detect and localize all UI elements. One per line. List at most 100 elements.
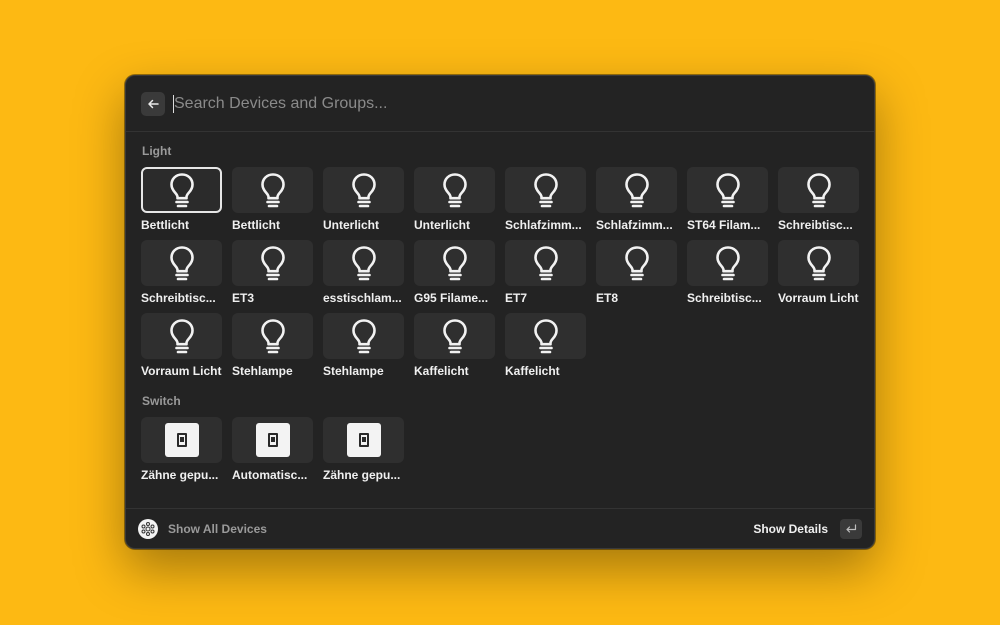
device-tile[interactable] xyxy=(414,313,495,359)
section-title-light: Light xyxy=(142,144,172,158)
lightbulb-icon xyxy=(532,245,560,281)
device-label: esstischlam... xyxy=(323,291,402,305)
light-device-item[interactable]: Bettlicht xyxy=(232,167,313,232)
light-device-item[interactable]: ET8 xyxy=(596,240,677,305)
light-device-item[interactable]: Schlafzimm... xyxy=(505,167,586,232)
device-label: ET7 xyxy=(505,291,528,305)
device-tile[interactable] xyxy=(141,417,222,463)
lightbulb-icon xyxy=(259,318,287,354)
switch-device-item[interactable]: Zähne gepu... xyxy=(323,417,404,482)
light-device-item[interactable]: Stehlampe xyxy=(232,313,313,378)
device-tile[interactable] xyxy=(232,167,313,213)
device-label: Vorraum Licht xyxy=(778,291,859,305)
device-tile[interactable] xyxy=(232,417,313,463)
device-tile[interactable] xyxy=(687,167,768,213)
lightbulb-icon xyxy=(350,245,378,281)
lightbulb-icon xyxy=(623,245,651,281)
switch-device-grid: Zähne gepu... Automatisc... Zähne gepu... xyxy=(141,417,859,482)
device-label: Vorraum Licht xyxy=(141,364,222,378)
device-label: Zähne gepu... xyxy=(323,468,401,482)
lightbulb-icon xyxy=(350,318,378,354)
lightbulb-icon xyxy=(623,172,651,208)
device-search-window: Light Bettlicht Bettlicht Unterlicht Unterl… xyxy=(125,75,875,549)
device-label: Automatisc... xyxy=(232,468,308,482)
lightbulb-icon xyxy=(805,172,833,208)
switch-icon xyxy=(255,423,290,457)
light-device-item[interactable]: Vorraum Licht xyxy=(778,240,859,305)
device-tile[interactable] xyxy=(778,240,859,286)
lightbulb-icon xyxy=(259,172,287,208)
device-tile[interactable] xyxy=(505,313,586,359)
switch-device-item[interactable]: Zähne gepu... xyxy=(141,417,222,482)
arrow-left-icon xyxy=(148,99,159,108)
device-label: Bettlicht xyxy=(141,218,189,232)
show-all-devices-button[interactable]: Show All Devices xyxy=(168,522,267,536)
light-device-item[interactable]: ET7 xyxy=(505,240,586,305)
lightbulb-icon xyxy=(714,245,742,281)
device-label: Unterlicht xyxy=(414,218,471,232)
device-tile[interactable] xyxy=(596,167,677,213)
device-label: G95 Filame... xyxy=(414,291,489,305)
lightbulb-icon xyxy=(532,318,560,354)
results-content: Light Bettlicht Bettlicht Unterlicht Unterl… xyxy=(126,132,874,482)
lightbulb-icon xyxy=(441,245,469,281)
back-button[interactable] xyxy=(141,91,165,116)
lightbulb-icon xyxy=(714,172,742,208)
device-tile[interactable] xyxy=(596,240,677,286)
device-tile[interactable] xyxy=(141,167,222,213)
light-device-item[interactable]: Schlafzimm... xyxy=(596,167,677,232)
lightbulb-icon xyxy=(441,172,469,208)
device-label: ET3 xyxy=(232,291,255,305)
light-device-item[interactable]: Stehlampe xyxy=(323,313,404,378)
device-tile[interactable] xyxy=(232,240,313,286)
light-device-item[interactable]: Kaffelicht xyxy=(505,313,586,378)
device-tile[interactable] xyxy=(687,240,768,286)
device-tile[interactable] xyxy=(323,417,404,463)
switch-icon xyxy=(164,423,199,457)
light-device-item[interactable]: esstischlam... xyxy=(323,240,404,305)
lightbulb-icon xyxy=(168,245,196,281)
device-tile[interactable] xyxy=(232,313,313,359)
light-device-item[interactable]: Kaffelicht xyxy=(414,313,495,378)
lightbulb-icon xyxy=(441,318,469,354)
device-label: Schreibtisc... xyxy=(141,291,216,305)
device-tile[interactable] xyxy=(323,240,404,286)
lightbulb-icon xyxy=(168,318,196,354)
section-title-switch: Switch xyxy=(142,394,181,408)
light-device-grid: Bettlicht Bettlicht Unterlicht Unterlicht Sc… xyxy=(141,167,859,378)
light-device-item[interactable]: Bettlicht xyxy=(141,167,222,232)
light-device-item[interactable]: Schreibtisc... xyxy=(687,240,768,305)
light-device-item[interactable]: Vorraum Licht xyxy=(141,313,222,378)
light-device-item[interactable]: ET3 xyxy=(232,240,313,305)
device-tile[interactable] xyxy=(505,240,586,286)
light-device-item[interactable]: Schreibtisc... xyxy=(778,167,859,232)
device-tile[interactable] xyxy=(323,313,404,359)
device-label: Unterlicht xyxy=(323,218,380,232)
device-tile[interactable] xyxy=(141,313,222,359)
device-tile[interactable] xyxy=(414,240,495,286)
light-device-item[interactable]: Unterlicht xyxy=(323,167,404,232)
device-label: Zähne gepu... xyxy=(141,468,219,482)
device-label: Schreibtisc... xyxy=(687,291,762,305)
device-tile[interactable] xyxy=(323,167,404,213)
device-label: Schlafzimm... xyxy=(505,218,582,232)
device-label: Stehlampe xyxy=(323,364,384,378)
light-device-item[interactable]: ST64 Filam... xyxy=(687,167,768,232)
device-tile[interactable] xyxy=(141,240,222,286)
lightbulb-icon xyxy=(350,172,378,208)
device-label: Schlafzimm... xyxy=(596,218,673,232)
footer-bar: Show All Devices Show Details xyxy=(126,508,874,548)
switch-device-item[interactable]: Automatisc... xyxy=(232,417,313,482)
lightbulb-icon xyxy=(168,172,196,208)
light-device-item[interactable]: Unterlicht xyxy=(414,167,495,232)
lightbulb-icon xyxy=(805,245,833,281)
device-tile[interactable] xyxy=(414,167,495,213)
device-label: Bettlicht xyxy=(232,218,280,232)
light-device-item[interactable]: G95 Filame... xyxy=(414,240,495,305)
device-tile[interactable] xyxy=(505,167,586,213)
light-device-item[interactable]: Schreibtisc... xyxy=(141,240,222,305)
search-input[interactable] xyxy=(174,94,874,113)
device-label: Stehlampe xyxy=(232,364,293,378)
show-details-button[interactable]: Show Details xyxy=(753,522,828,536)
device-tile[interactable] xyxy=(778,167,859,213)
